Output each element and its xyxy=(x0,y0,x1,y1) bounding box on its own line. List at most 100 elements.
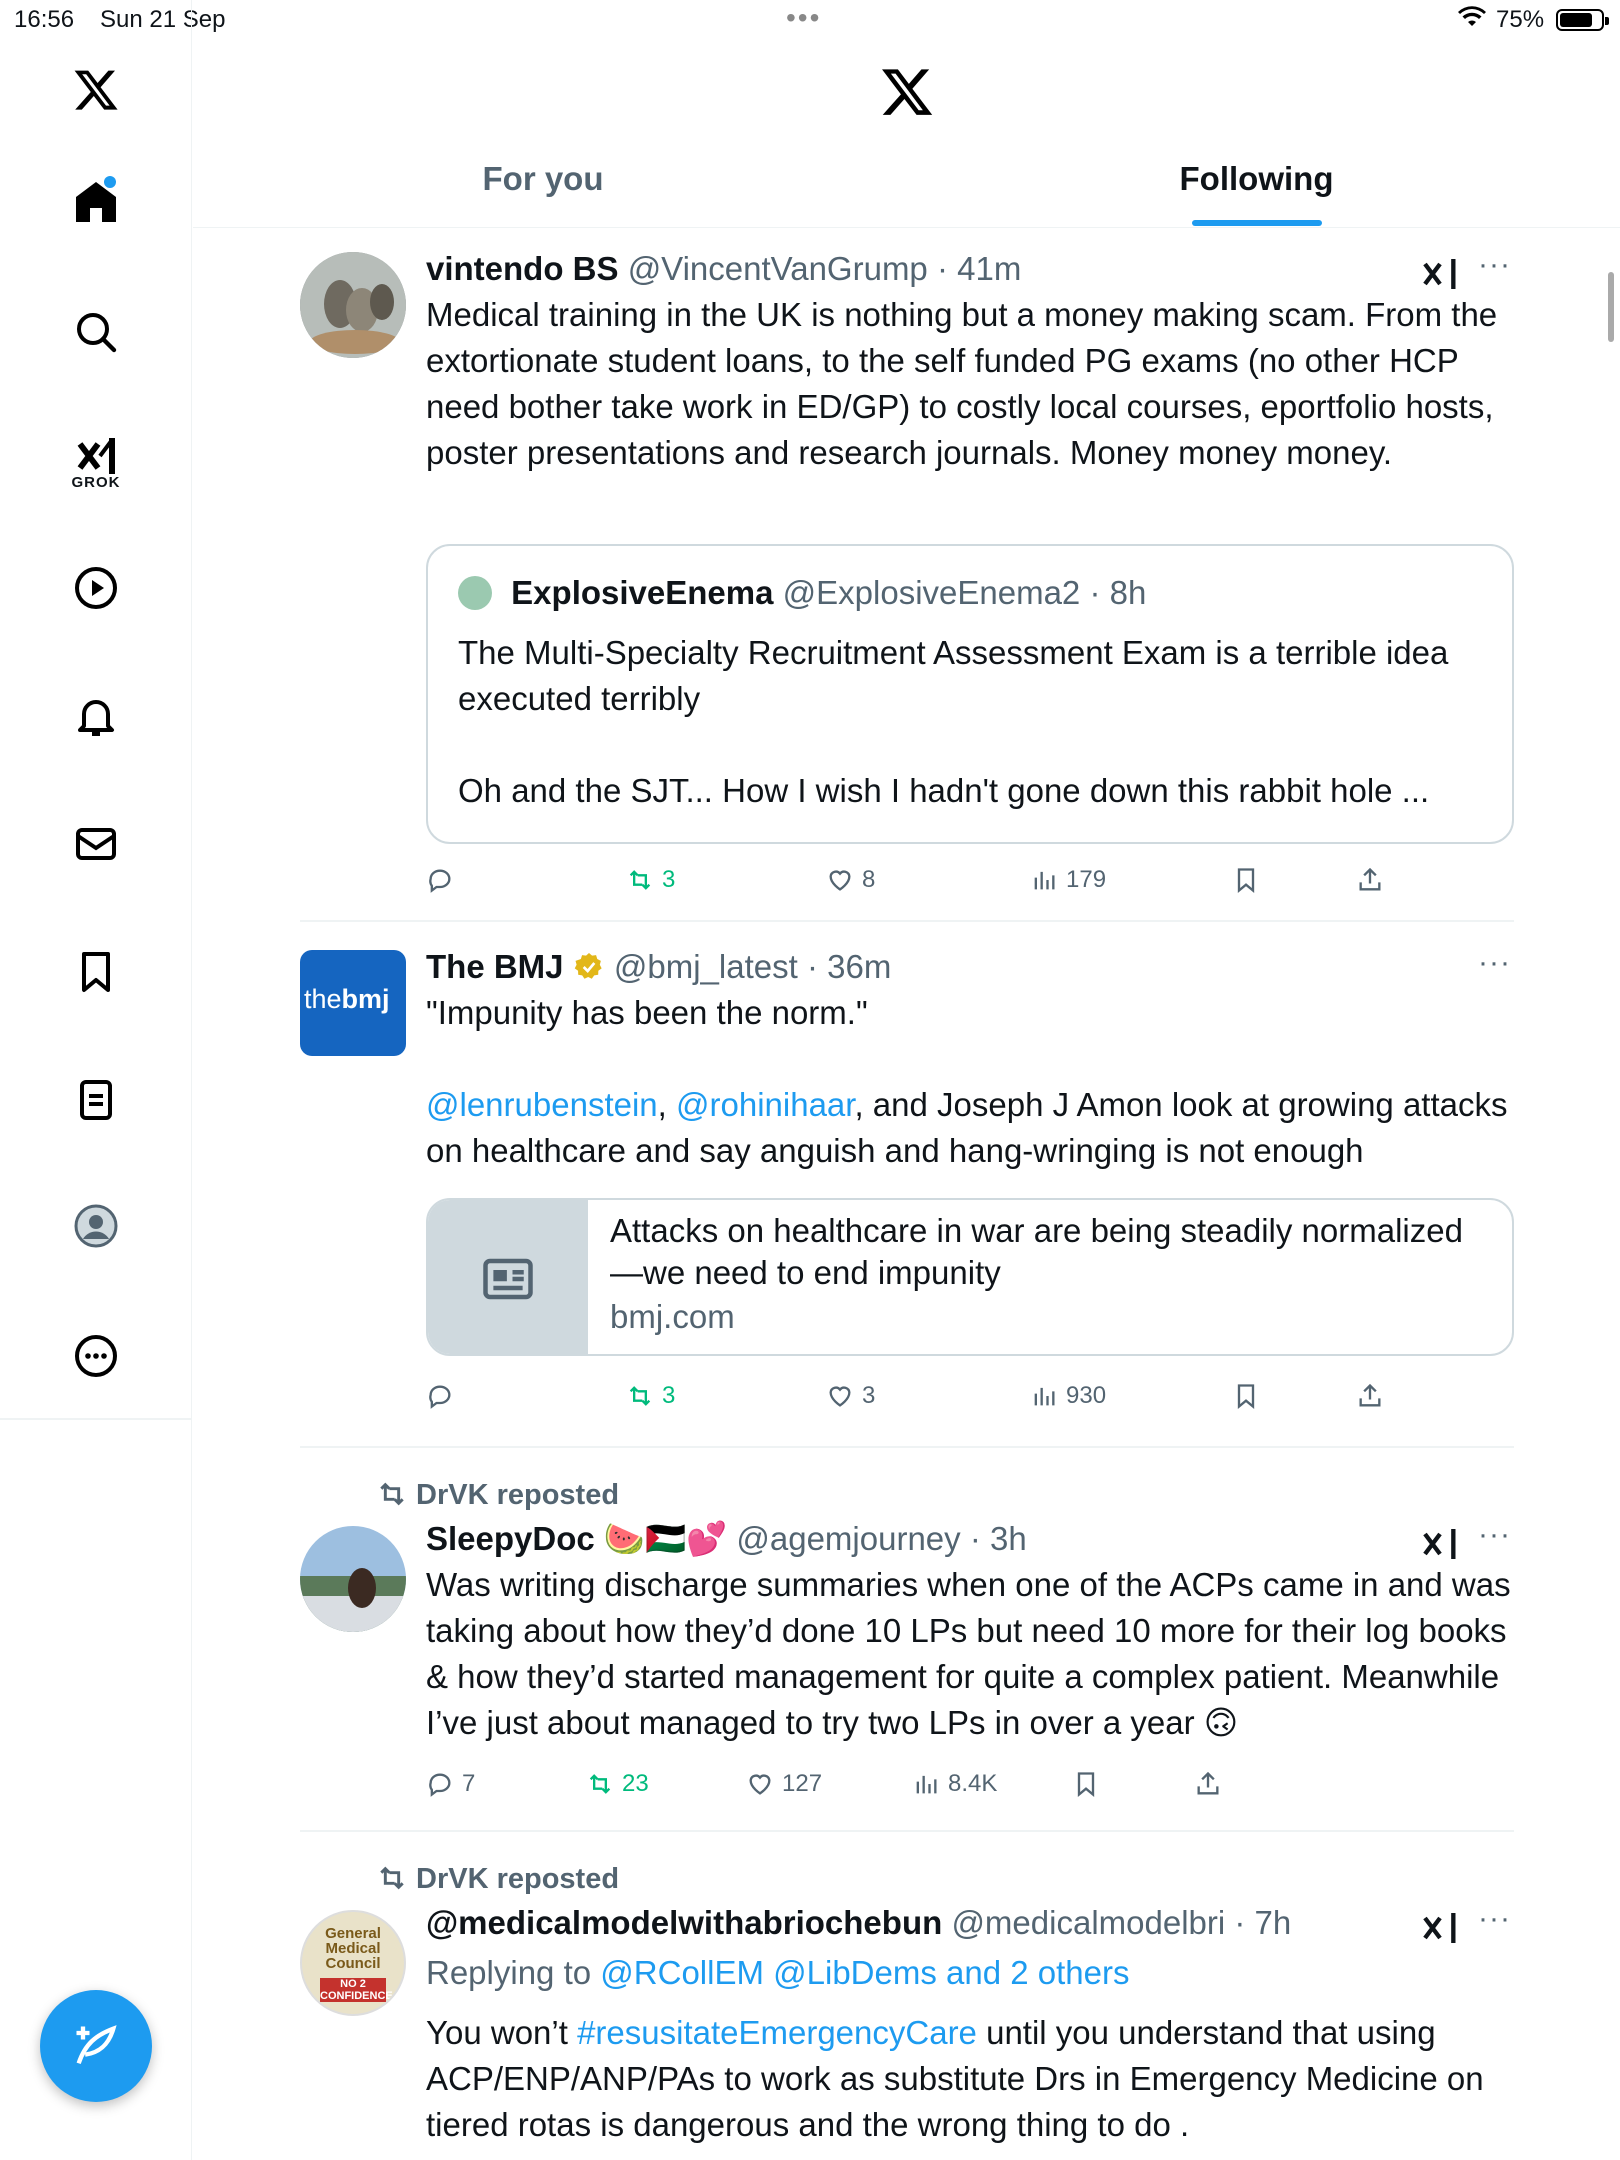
post-time[interactable]: 3h xyxy=(990,1520,1027,1557)
home-icon[interactable] xyxy=(56,162,136,242)
like-button[interactable]: 3 xyxy=(826,1382,875,1410)
views-button[interactable]: 179 xyxy=(1030,866,1106,894)
avatar[interactable]: thebmj xyxy=(300,950,406,1056)
profile-icon[interactable] xyxy=(56,1186,136,1266)
bookmark-button[interactable] xyxy=(1232,866,1260,894)
x-logo-icon[interactable] xyxy=(56,50,136,130)
quote-text-para-1: The Multi-Specialty Recruitment Assessme… xyxy=(458,634,1449,717)
grok-icon[interactable] xyxy=(1420,1908,1460,1948)
separator: · xyxy=(936,250,948,287)
search-icon[interactable] xyxy=(56,292,136,372)
repost-button[interactable]: 3 xyxy=(626,1382,675,1410)
reposted-by: DrVK reposted xyxy=(376,1478,619,1512)
reposted-by-label[interactable]: DrVK reposted xyxy=(416,1479,619,1511)
grok-icon[interactable] xyxy=(1420,1524,1460,1564)
more-options-icon[interactable]: ··· xyxy=(1478,1518,1511,1552)
active-tab-indicator xyxy=(1191,220,1322,226)
more-icon[interactable] xyxy=(56,1316,136,1396)
post-3[interactable]: DrVK reposted SleepyDoc 🍉🇵🇸💕 @agemjourne… xyxy=(300,1474,1514,1814)
share-button[interactable] xyxy=(1356,1382,1384,1410)
multitasking-dots-icon[interactable]: ••• xyxy=(786,2,821,34)
reply-icon xyxy=(429,1385,451,1409)
hashtag-link[interactable]: #resusitateEmergencyCare xyxy=(577,2014,977,2051)
bookmarks-icon[interactable] xyxy=(56,932,136,1012)
post-time[interactable]: 36m xyxy=(827,948,891,985)
separator: · xyxy=(1089,574,1101,611)
more-options-icon[interactable]: ··· xyxy=(1478,946,1511,980)
x-logo-icon[interactable] xyxy=(879,64,935,120)
compose-button[interactable] xyxy=(40,1990,152,2102)
avatar[interactable] xyxy=(300,252,406,358)
author-handle[interactable]: @VincentVanGrump xyxy=(628,250,928,287)
post-header: @medicalmodelwithabriochebun @medicalmod… xyxy=(426,1904,1291,1942)
avatar[interactable]: General Medical Council NO 2 CONFIDENCE xyxy=(300,1910,406,2016)
like-icon xyxy=(749,1774,771,1795)
like-icon xyxy=(829,1386,851,1407)
post-4[interactable]: DrVK reposted General Medical Council NO… xyxy=(300,1858,1514,2160)
link-card[interactable]: Attacks on healthcare in war are being s… xyxy=(426,1198,1514,1356)
post-time[interactable]: 7h xyxy=(1255,1904,1292,1941)
quote-text-para-2: Oh and the SJT... How I wish I hadn't go… xyxy=(458,772,1430,809)
bookmark-button[interactable] xyxy=(1072,1770,1100,1798)
more-options-icon[interactable]: ··· xyxy=(1478,1902,1511,1936)
views-icon xyxy=(1034,871,1055,890)
post-text: Medical training in the UK is nothing bu… xyxy=(426,296,1498,471)
tab-following-label: Following xyxy=(1179,160,1334,197)
scrollbar[interactable] xyxy=(1608,272,1614,342)
bookmark-button[interactable] xyxy=(1232,1382,1260,1410)
post-time[interactable]: 41m xyxy=(957,250,1021,287)
post-header: SleepyDoc 🍉🇵🇸💕 @agemjourney · 3h xyxy=(426,1520,1027,1559)
messages-icon[interactable] xyxy=(56,804,136,884)
reply-count: 7 xyxy=(462,1770,476,1797)
views-button[interactable]: 8.4K xyxy=(912,1770,997,1798)
mention-link[interactable]: @rohinihaar xyxy=(676,1086,854,1123)
author-emojis: 🍉🇵🇸💕 xyxy=(603,1520,728,1557)
post-2[interactable]: thebmj The BMJ @bmj_latest · 36m ··· "Im… xyxy=(300,946,1514,1428)
author-handle[interactable]: @agemjourney xyxy=(736,1520,960,1557)
link-card-thumbnail xyxy=(428,1200,588,1354)
views-button[interactable]: 930 xyxy=(1030,1382,1106,1410)
views-count: 179 xyxy=(1066,866,1107,893)
reply-button[interactable] xyxy=(426,1382,462,1410)
lists-icon[interactable] xyxy=(56,1060,136,1140)
tab-for-you[interactable]: For you xyxy=(193,160,893,226)
avatar[interactable] xyxy=(300,1526,406,1632)
like-button[interactable]: 8 xyxy=(826,866,875,894)
reply-button[interactable]: 7 xyxy=(426,1770,475,1798)
author-name[interactable]: SleepyDoc xyxy=(426,1520,595,1557)
more-options-icon[interactable]: ··· xyxy=(1478,248,1511,282)
quoted-post[interactable]: ExplosiveEnema @ExplosiveEnema2 · 8h The… xyxy=(426,544,1514,844)
repost-count: 23 xyxy=(622,1770,649,1797)
share-button[interactable] xyxy=(1194,1770,1222,1798)
like-button[interactable]: 127 xyxy=(746,1770,822,1798)
reposted-by-label[interactable]: DrVK reposted xyxy=(416,1863,619,1895)
quote-author-name: ExplosiveEnema xyxy=(511,574,774,611)
author-name[interactable]: The BMJ xyxy=(426,948,564,985)
separator: · xyxy=(1234,1904,1246,1941)
author-name[interactable]: vintendo BS xyxy=(426,250,619,287)
notifications-icon[interactable] xyxy=(56,676,136,756)
separator: · xyxy=(969,1520,981,1557)
grok-icon[interactable] xyxy=(1420,254,1460,294)
author-name[interactable]: @medicalmodelwithabriochebun xyxy=(426,1904,942,1941)
author-handle[interactable]: @medicalmodelbri xyxy=(951,1904,1225,1941)
repost-button[interactable]: 3 xyxy=(626,866,675,894)
author-handle[interactable]: @bmj_latest xyxy=(614,948,798,985)
quote-time: 8h xyxy=(1109,574,1147,611)
replying-to-links[interactable]: @RCollEM @LibDems and 2 others xyxy=(600,1954,1129,1991)
repost-icon xyxy=(589,1774,611,1794)
share-button[interactable] xyxy=(1356,866,1384,894)
post-header: The BMJ @bmj_latest · 36m xyxy=(426,948,891,986)
tab-following[interactable]: Following xyxy=(893,160,1620,226)
repost-icon xyxy=(629,1386,651,1406)
repost-count: 3 xyxy=(662,1382,676,1409)
video-icon[interactable] xyxy=(56,548,136,628)
post-1[interactable]: vintendo BS @VincentVanGrump · 41m ··· M… xyxy=(300,248,1514,910)
reply-button[interactable] xyxy=(426,866,462,894)
reposted-by: DrVK reposted xyxy=(376,1862,619,1896)
share-icon xyxy=(1359,1383,1381,1407)
mention-link[interactable]: @lenrubenstein xyxy=(426,1086,658,1123)
post-divider xyxy=(300,920,1514,922)
reply-icon xyxy=(429,1773,451,1797)
repost-button[interactable]: 23 xyxy=(586,1770,649,1798)
